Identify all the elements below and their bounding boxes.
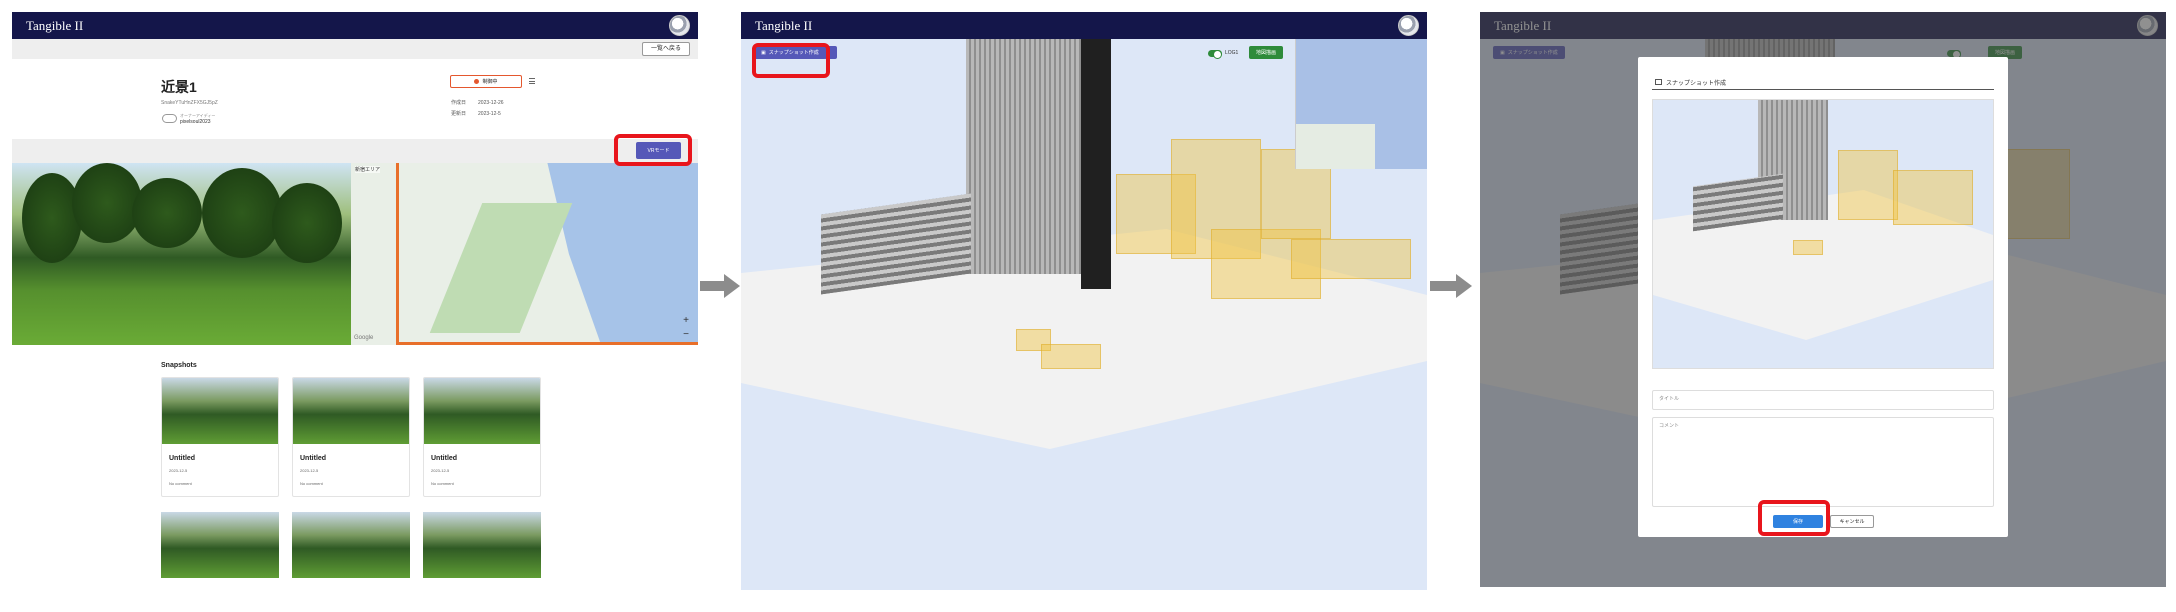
tower-building — [966, 39, 1096, 274]
card-title: Untitled — [431, 455, 458, 462]
scene-preview[interactable] — [12, 163, 351, 345]
card-date: 2023-12-5 — [169, 468, 188, 473]
card-comment: No comment — [169, 481, 192, 486]
status-dot-icon — [474, 79, 480, 84]
avatar-icon[interactable] — [669, 15, 690, 36]
map-view[interactable]: 新宿エリア + − Google — [351, 163, 698, 345]
log-toggle[interactable] — [1208, 50, 1222, 59]
volume-block — [1893, 170, 1973, 225]
dialog-title: スナップショット作成 — [1666, 81, 1727, 87]
back-to-list-button[interactable]: 一覧へ戻る — [641, 42, 690, 56]
card-title: Untitled — [169, 455, 196, 462]
highlight-snapshot-button — [752, 43, 830, 78]
divider — [1652, 89, 1994, 90]
meta-value: 2023-12-26 — [478, 100, 504, 106]
view-toolbar — [12, 139, 698, 163]
highlight-save-button — [1758, 500, 1830, 536]
volume-block — [1793, 240, 1823, 255]
snapshot-thumbnail[interactable] — [161, 512, 279, 578]
snapshot-card[interactable]: Untitled 2023-12-5 No comment — [161, 377, 279, 497]
volume-block — [1041, 344, 1101, 369]
scene-id: SnakeYTuHnZFX5GJ5pZ — [161, 100, 218, 106]
tree — [272, 183, 342, 263]
volume-block — [1291, 239, 1411, 279]
status-label: 制御中 — [482, 79, 498, 85]
tree — [72, 163, 142, 243]
card-comment: No comment — [431, 481, 454, 486]
card-title: Untitled — [300, 455, 327, 462]
snapshot-thumbnail — [162, 378, 278, 444]
tree — [132, 178, 202, 248]
snapshot-thumbnail[interactable] — [292, 512, 410, 578]
map-attribution: Google — [354, 335, 374, 341]
card-date: 2023-12-5 — [300, 468, 319, 473]
status-button[interactable]: 制御中 — [450, 75, 522, 88]
highlight-vr-button — [614, 134, 692, 166]
vr-view-panel: Tangible II ▣ スナップショット作成 LOG1 地図描画 — [741, 12, 1427, 590]
snapshot-thumbnail — [424, 378, 540, 444]
meta-label: 更新日 — [451, 111, 467, 117]
scene-title: 近景1 — [161, 79, 197, 95]
meta-value: 2023-12-5 — [478, 111, 501, 117]
minimap[interactable] — [1295, 39, 1427, 169]
top-nav: Tangible II — [12, 12, 698, 39]
log-toggle-label: LOG1 — [1225, 50, 1239, 56]
camera-icon — [1655, 79, 1662, 85]
owner-name: pixelsoul2023 — [180, 119, 211, 125]
snapshot-thumbnail[interactable] — [423, 512, 541, 578]
volume-block — [1838, 150, 1898, 220]
snapshot-dialog: スナップショット作成 タイトル コメント 保存 キャンセル — [1638, 57, 2008, 537]
zoom-out-icon[interactable]: − — [680, 329, 692, 341]
snapshot-card[interactable]: Untitled 2023-12-5 No comment — [423, 377, 541, 497]
card-date: 2023-12-5 — [431, 468, 450, 473]
title-field[interactable]: タイトル — [1652, 390, 1994, 410]
menu-icon[interactable] — [529, 78, 535, 84]
3d-scene[interactable]: ▣ スナップショット作成 LOG1 地図描画 — [741, 39, 1427, 590]
map-route — [396, 163, 399, 345]
minimap-land — [1296, 123, 1375, 169]
map-route — [396, 342, 698, 345]
owner-avatar — [162, 114, 177, 123]
dark-building — [1081, 39, 1111, 289]
cancel-button[interactable]: キャンセル — [1830, 515, 1874, 528]
avatar-icon[interactable] — [1398, 15, 1419, 36]
meta-created: 作成日 2023-12-26 — [451, 99, 516, 106]
tree — [202, 168, 282, 258]
snapshot-card[interactable]: Untitled 2023-12-5 No comment — [292, 377, 410, 497]
map-park — [429, 203, 573, 333]
app-title: Tangible II — [755, 17, 813, 33]
scene-detail-panel: Tangible II 一覧へ戻る 近景1 SnakeYTuHnZFX5GJ5p… — [12, 12, 698, 590]
zoom-in-icon[interactable]: + — [680, 315, 692, 327]
top-nav: Tangible II — [741, 12, 1427, 39]
app-title: Tangible II — [26, 17, 84, 33]
sub-toolbar: 一覧へ戻る — [12, 39, 698, 59]
snapshots-heading: Snapshots — [161, 362, 197, 369]
comment-field[interactable]: コメント — [1652, 417, 1994, 507]
card-comment: No comment — [300, 481, 323, 486]
meta-updated: 更新日 2023-12-5 — [451, 110, 513, 117]
tree — [22, 173, 82, 263]
meta-label: 作成日 — [451, 100, 467, 106]
snapshot-preview — [1652, 99, 1994, 369]
map-area-label: 新宿エリア — [355, 166, 381, 173]
snapshot-thumbnail — [293, 378, 409, 444]
map-draw-button[interactable]: 地図描画 — [1249, 46, 1284, 59]
arrow-right-icon — [1456, 274, 1472, 298]
arrow-right-icon — [724, 274, 740, 298]
